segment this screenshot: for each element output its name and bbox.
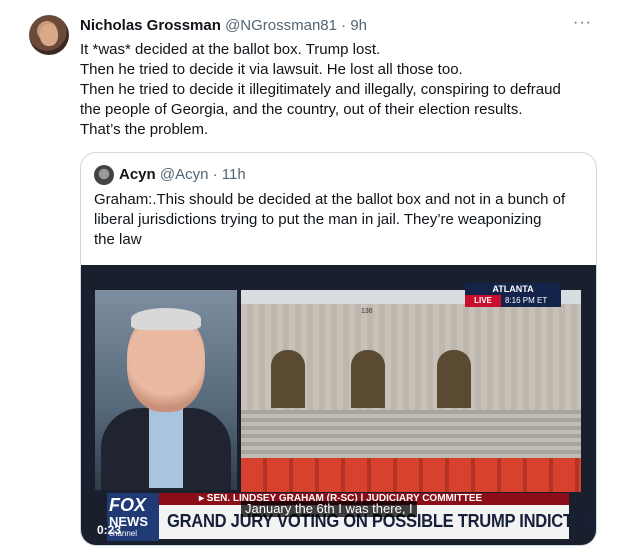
tweet-header: Nicholas Grossman @NGrossman81 · 9h [80, 17, 367, 34]
live-badge: LIVE [465, 295, 501, 307]
tweet-text-line: That’s the problem. [80, 121, 209, 138]
quoted-text-line: Graham:.This should be decided at the ba… [94, 191, 566, 208]
video-subtitle: January the 6th I was there, I [241, 501, 417, 517]
network-logo-line1: FOX [109, 495, 147, 515]
video-player[interactable]: 136 ATLANTA LIVE 8:16 PM ET ▸ SEN. LINDS… [81, 265, 596, 545]
location-city: ATLANTA [492, 284, 534, 294]
quoted-author-name[interactable]: Acyn [119, 166, 156, 183]
quoted-tweet-time[interactable]: · 11h [213, 166, 246, 183]
tweet[interactable]: Nicholas Grossman @NGrossman81 · 9h ··· … [0, 0, 621, 550]
quoted-author-handle[interactable]: @Acyn [160, 166, 209, 183]
tweet-text-line: Then he tried to decide it illegitimatel… [80, 81, 561, 98]
more-options-icon[interactable]: ··· [573, 14, 592, 32]
author-handle[interactable]: @NGrossman81 [225, 17, 337, 34]
quoted-author-avatar[interactable] [94, 165, 114, 185]
quoted-tweet-text: Graham:.This should be decided at the ba… [94, 190, 584, 250]
location-badge: ATLANTA LIVE 8:16 PM ET [465, 283, 561, 307]
video-timecode: 0:23 [97, 523, 122, 537]
quoted-tweet[interactable]: Acyn @Acyn · 11h Graham:.This should be … [80, 152, 597, 546]
senator-video-frame [95, 290, 237, 490]
author-name[interactable]: Nicholas Grossman [80, 17, 221, 34]
courthouse-video-frame: 136 [241, 290, 581, 492]
tweet-text: It *was* decided at the ballot box. Trum… [80, 40, 600, 140]
quoted-text-line: liberal jurisdictions trying to put the … [94, 211, 542, 228]
tweet-text-line: Then he tried to decide it via lawsuit. … [80, 61, 463, 78]
quoted-text-line: the law [94, 231, 142, 248]
building-number: 136 [361, 308, 373, 315]
tweet-time[interactable]: · 9h [341, 17, 367, 34]
broadcast-time: 8:16 PM ET [505, 296, 548, 305]
quoted-tweet-header: Acyn @Acyn · 11h [119, 166, 246, 183]
author-avatar[interactable] [29, 15, 69, 55]
tweet-text-line: It *was* decided at the ballot box. Trum… [80, 41, 381, 58]
tweet-text-line: the people of Georgia, and the country, … [80, 101, 523, 118]
